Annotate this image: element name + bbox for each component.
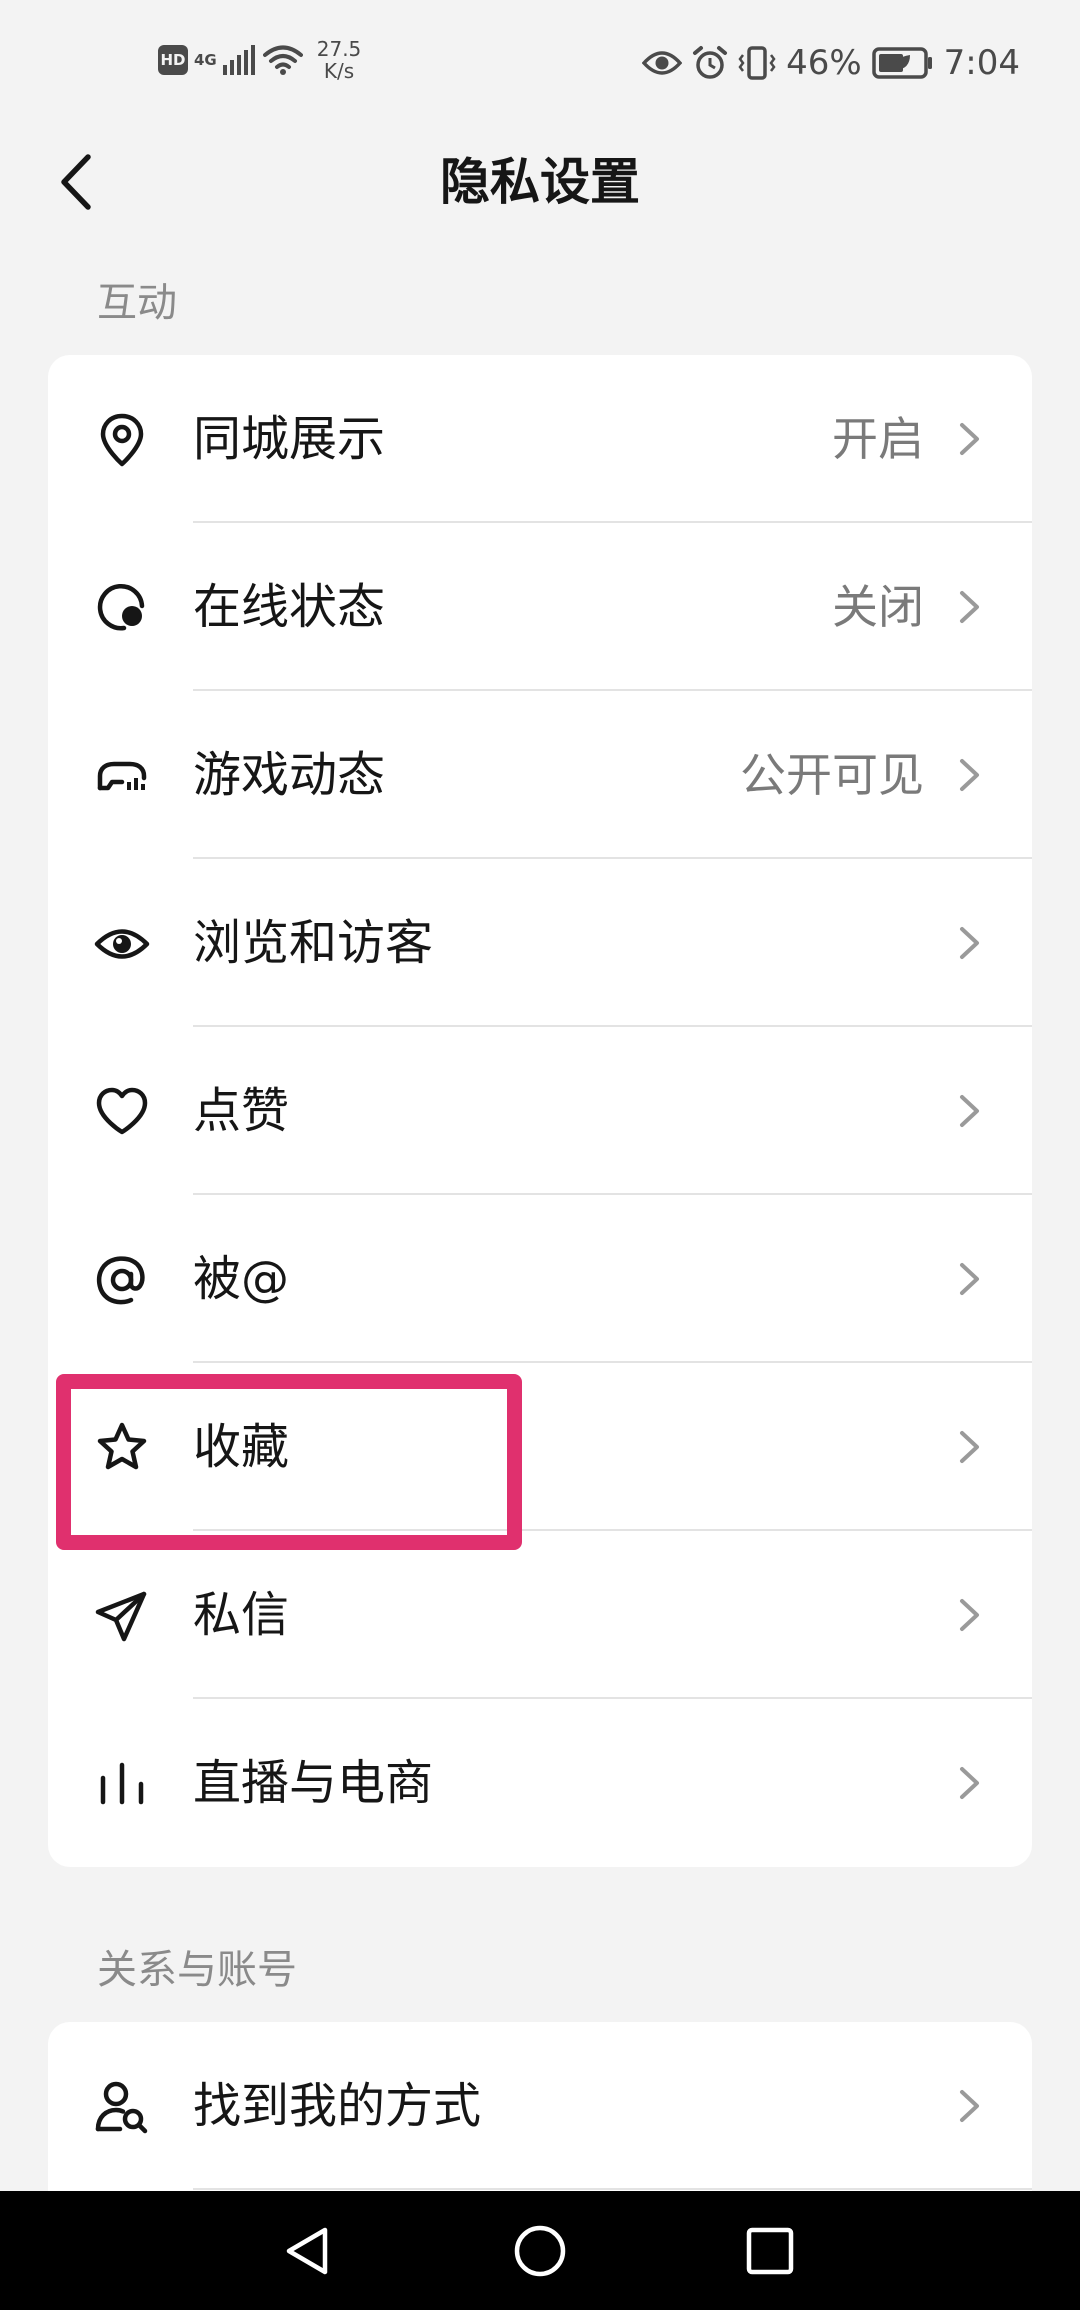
heart-icon bbox=[94, 1084, 150, 1140]
setting-row-views-visitors[interactable]: 浏览和访客 bbox=[48, 859, 1032, 1027]
setting-row-live-ecommerce[interactable]: 直播与电商 bbox=[48, 1699, 1032, 1867]
eye-icon bbox=[94, 916, 150, 972]
network-speed: 27.5 K/s bbox=[316, 37, 362, 83]
alarm-icon bbox=[693, 46, 728, 79]
setting-label: 被@ bbox=[193, 1251, 290, 1307]
hd-badge: HD bbox=[158, 45, 188, 75]
setting-value: 开启 bbox=[832, 412, 924, 466]
clock: 7:04 bbox=[943, 43, 1020, 83]
signal-icon bbox=[222, 45, 255, 75]
online-status-icon bbox=[94, 580, 150, 636]
chevron-right-icon bbox=[960, 1431, 979, 1463]
section-title-relations: 关系与账号 bbox=[97, 1947, 297, 1993]
section-title-interaction: 互动 bbox=[97, 280, 177, 326]
chevron-right-icon bbox=[960, 2090, 979, 2122]
vibrate-icon bbox=[738, 46, 776, 80]
setting-label: 直播与电商 bbox=[193, 1755, 434, 1811]
setting-row-online-status[interactable]: 在线状态 关闭 bbox=[48, 523, 1032, 691]
status-left: HD 4G 27.5 K/s bbox=[158, 38, 361, 82]
setting-label: 找到我的方式 bbox=[193, 2078, 482, 2134]
system-navigation-bar bbox=[0, 2191, 1080, 2310]
setting-label: 私信 bbox=[193, 1587, 290, 1643]
chevron-right-icon bbox=[960, 1767, 979, 1799]
chevron-right-icon bbox=[960, 927, 979, 959]
star-icon bbox=[94, 1420, 150, 1476]
network-type: 4G bbox=[194, 51, 217, 69]
chevron-right-icon bbox=[960, 759, 979, 791]
status-right: 46% 7:04 bbox=[642, 38, 1020, 88]
setting-label: 在线状态 bbox=[193, 579, 386, 635]
setting-label: 游戏动态 bbox=[193, 747, 386, 803]
setting-row-favorites[interactable]: 收藏 bbox=[48, 1363, 1032, 1531]
bar-chart-icon bbox=[94, 1756, 150, 1812]
setting-label: 收藏 bbox=[193, 1419, 290, 1475]
nav-recents-button[interactable] bbox=[734, 2215, 806, 2287]
eye-comfort-icon bbox=[642, 51, 683, 75]
gamepad-icon bbox=[94, 748, 150, 804]
setting-row-mentions[interactable]: 被@ bbox=[48, 1195, 1032, 1363]
setting-value: 公开可见 bbox=[740, 748, 924, 802]
nav-back-button[interactable] bbox=[272, 2215, 344, 2287]
triangle-back-icon bbox=[286, 2227, 328, 2275]
chevron-right-icon bbox=[960, 591, 979, 623]
setting-row-likes[interactable]: 点赞 bbox=[48, 1027, 1032, 1195]
page-title: 隐私设置 bbox=[440, 153, 640, 211]
chevron-right-icon bbox=[960, 423, 979, 455]
nav-home-button[interactable] bbox=[504, 2215, 576, 2287]
paper-plane-icon bbox=[94, 1588, 150, 1644]
divider bbox=[193, 2188, 1032, 2190]
header: 隐私设置 bbox=[0, 120, 1080, 245]
at-icon bbox=[94, 1252, 150, 1308]
square-recents-icon bbox=[746, 2227, 794, 2275]
battery-icon bbox=[871, 47, 932, 79]
setting-row-find-me[interactable]: 找到我的方式 bbox=[48, 2022, 1032, 2190]
status-bar: HD 4G 27.5 K/s 46% 7:04 bbox=[0, 0, 1080, 120]
setting-row-direct-messages[interactable]: 私信 bbox=[48, 1531, 1032, 1699]
location-pin-icon bbox=[94, 412, 150, 468]
setting-row-game-activity[interactable]: 游戏动态 公开可见 bbox=[48, 691, 1032, 859]
interaction-settings-card: 同城展示 开启 在线状态 关闭 游戏动态 公开可见 浏览和访客 点赞 被@ 收藏… bbox=[48, 355, 1032, 1867]
wifi-icon bbox=[262, 45, 303, 75]
chevron-right-icon bbox=[960, 1263, 979, 1295]
user-search-icon bbox=[94, 2079, 150, 2135]
chevron-right-icon bbox=[960, 1095, 979, 1127]
chevron-right-icon bbox=[960, 1599, 979, 1631]
setting-label: 点赞 bbox=[193, 1083, 290, 1139]
setting-value: 关闭 bbox=[832, 580, 924, 634]
setting-label: 浏览和访客 bbox=[193, 915, 434, 971]
setting-label: 同城展示 bbox=[193, 411, 386, 467]
circle-home-icon bbox=[514, 2225, 566, 2277]
setting-row-local-display[interactable]: 同城展示 开启 bbox=[48, 355, 1032, 523]
battery-percent: 46% bbox=[786, 43, 862, 83]
